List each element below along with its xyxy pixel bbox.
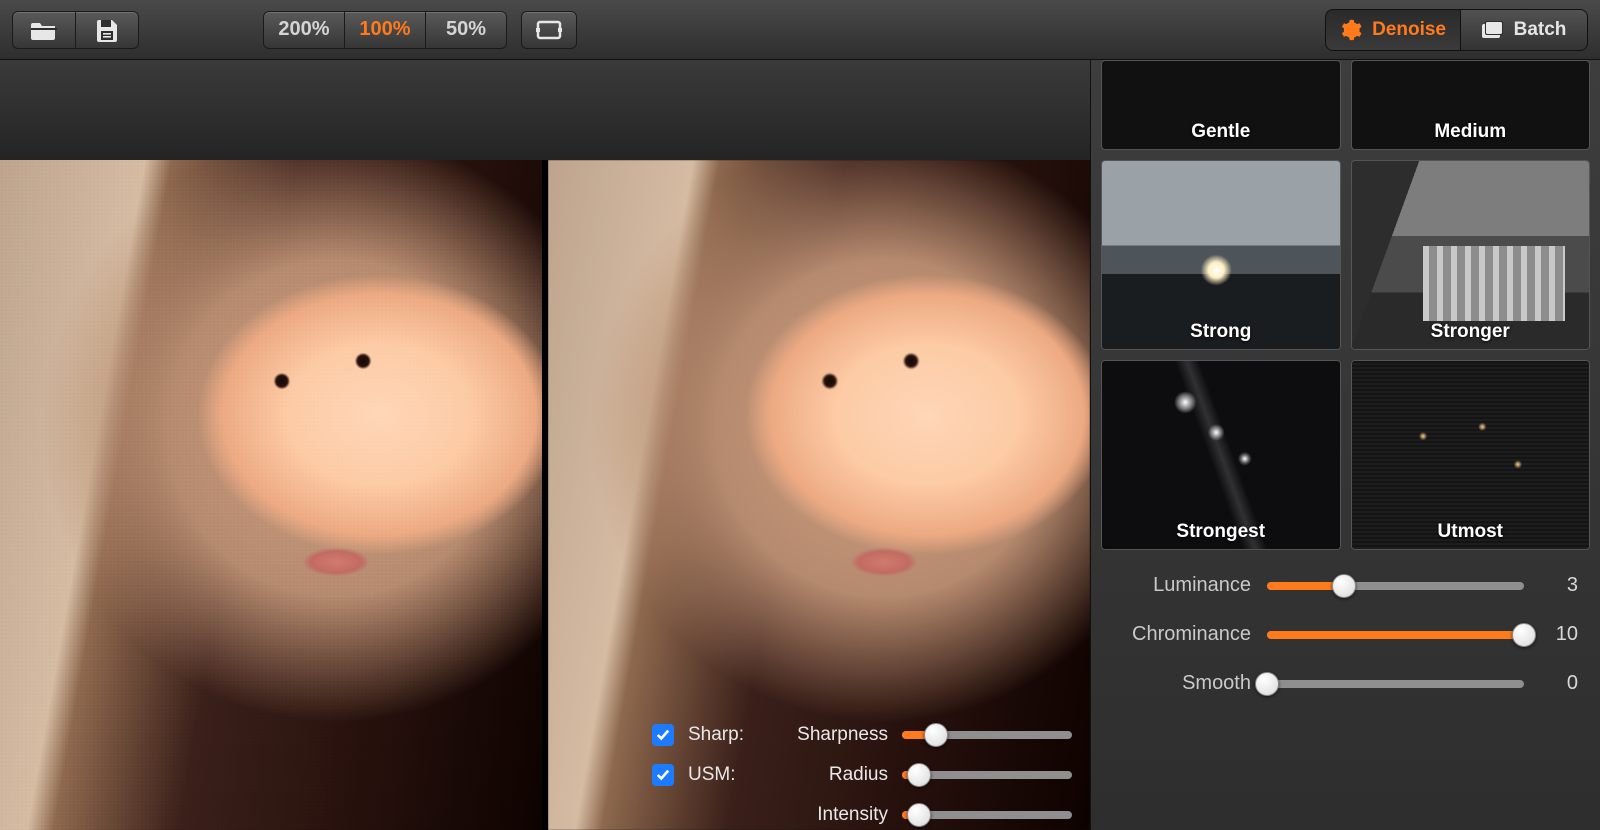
tab-batch-label: Batch xyxy=(1514,19,1567,41)
sharpness-label: Sharpness xyxy=(778,724,888,746)
luminance-row: Luminance 3 xyxy=(1101,574,1578,597)
save-icon xyxy=(95,18,119,42)
slider-knob[interactable] xyxy=(1512,623,1536,647)
zoom-button-group: 200% 100% 50% xyxy=(263,11,507,49)
tab-batch[interactable]: Batch xyxy=(1460,9,1588,51)
folder-icon xyxy=(31,20,57,40)
fit-screen-icon xyxy=(536,20,562,40)
intensity-slider[interactable] xyxy=(902,805,1072,825)
zoom-200-button[interactable]: 200% xyxy=(263,11,345,49)
preview-before-pane[interactable] xyxy=(0,160,542,830)
file-button-group xyxy=(12,11,139,49)
app-window: 200% 100% 50% Denoise Batch xyxy=(0,0,1600,830)
zoom-50-button[interactable]: 50% xyxy=(425,11,507,49)
slider-fill xyxy=(1267,631,1524,639)
slider-knob[interactable] xyxy=(1332,574,1356,598)
usm-row: USM: Radius xyxy=(652,764,1072,786)
adjustment-sliders: Luminance 3 Chrominance 10 S xyxy=(1091,566,1600,705)
preset-label: Strongest xyxy=(1102,521,1340,543)
smooth-value: 0 xyxy=(1540,672,1578,695)
preset-label: Stronger xyxy=(1352,321,1590,343)
preset-strong[interactable]: Strong xyxy=(1101,160,1341,350)
smooth-label: Smooth xyxy=(1101,672,1251,695)
luminance-label: Luminance xyxy=(1101,574,1251,597)
gear-icon xyxy=(1340,19,1362,41)
smooth-slider[interactable] xyxy=(1267,680,1524,688)
preset-grid: Gentle Medium Strong Stronger Strongest xyxy=(1091,60,1600,566)
tab-denoise[interactable]: Denoise xyxy=(1325,9,1461,51)
preview-compare: Sharp: Sharpness USM: Radius xyxy=(0,160,1090,830)
open-button[interactable] xyxy=(12,11,76,49)
slider-knob[interactable] xyxy=(1255,672,1279,696)
preset-label: Medium xyxy=(1352,121,1590,143)
preview-after-pane[interactable]: Sharp: Sharpness USM: Radius xyxy=(548,160,1090,830)
fit-screen-button[interactable] xyxy=(521,11,577,49)
top-toolbar: 200% 100% 50% Denoise Batch xyxy=(0,0,1600,60)
preset-label: Utmost xyxy=(1352,521,1590,543)
chrominance-row: Chrominance 10 xyxy=(1101,623,1578,646)
intensity-label: Intensity xyxy=(778,804,888,826)
luminance-value: 3 xyxy=(1540,574,1578,597)
preview-substrip xyxy=(0,60,1090,160)
zoom-100-button[interactable]: 100% xyxy=(344,11,426,49)
chrominance-value: 10 xyxy=(1540,623,1578,646)
luminance-slider[interactable] xyxy=(1267,582,1524,590)
right-panel: Gentle Medium Strong Stronger Strongest xyxy=(1090,60,1600,830)
intensity-row: Intensity xyxy=(652,804,1072,826)
stack-icon xyxy=(1482,20,1504,40)
usm-checkbox[interactable] xyxy=(652,764,674,786)
chrominance-slider[interactable] xyxy=(1267,631,1524,639)
preset-label: Gentle xyxy=(1102,121,1340,143)
sharpness-slider[interactable] xyxy=(902,725,1072,745)
check-icon xyxy=(656,768,670,782)
radius-label: Radius xyxy=(778,764,888,786)
sharp-checkbox[interactable] xyxy=(652,724,674,746)
overlay-controls: Sharp: Sharpness USM: Radius xyxy=(652,724,1072,830)
usm-group-label: USM: xyxy=(688,764,758,786)
sharp-group-label: Sharp: xyxy=(688,724,758,746)
mode-tabs: Denoise Batch xyxy=(1325,9,1588,51)
save-button[interactable] xyxy=(75,11,139,49)
preset-medium[interactable]: Medium xyxy=(1351,60,1591,150)
radius-slider[interactable] xyxy=(902,765,1072,785)
sharp-row: Sharp: Sharpness xyxy=(652,724,1072,746)
main-area: Sharp: Sharpness USM: Radius xyxy=(0,60,1600,830)
preset-gentle[interactable]: Gentle xyxy=(1101,60,1341,150)
preset-strongest[interactable]: Strongest xyxy=(1101,360,1341,550)
smooth-row: Smooth 0 xyxy=(1101,672,1578,695)
preset-stronger[interactable]: Stronger xyxy=(1351,160,1591,350)
chrominance-label: Chrominance xyxy=(1101,623,1251,646)
preset-utmost[interactable]: Utmost xyxy=(1351,360,1591,550)
preset-label: Strong xyxy=(1102,321,1340,343)
tab-denoise-label: Denoise xyxy=(1372,19,1446,41)
preview-before-image xyxy=(0,160,542,830)
check-icon xyxy=(656,728,670,742)
